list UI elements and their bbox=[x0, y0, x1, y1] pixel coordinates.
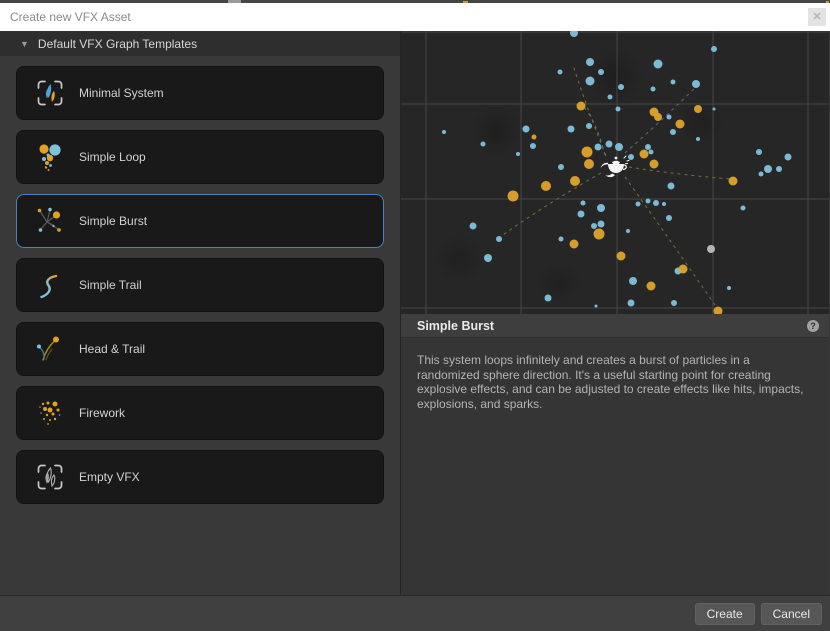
details-panel: Simple Burst ? This system loops infinit… bbox=[401, 31, 829, 595]
template-item-firework[interactable]: Firework bbox=[16, 386, 384, 440]
dialog-body: ▼ Default VFX Graph Templates bbox=[0, 31, 830, 595]
templates-panel: ▼ Default VFX Graph Templates bbox=[0, 31, 401, 595]
templates-section-header[interactable]: ▼ Default VFX Graph Templates bbox=[0, 31, 400, 56]
template-item-label: Simple Loop bbox=[79, 150, 146, 164]
details-header: Simple Burst ? bbox=[401, 314, 829, 338]
simple-loop-icon bbox=[35, 142, 65, 172]
template-item-label: Firework bbox=[79, 406, 125, 420]
vfx-lamp-icon bbox=[599, 155, 631, 179]
template-list: Minimal System Simple Loop bbox=[0, 56, 400, 595]
simple-burst-icon bbox=[35, 206, 65, 236]
create-button[interactable]: Create bbox=[695, 603, 755, 625]
template-item-simple-loop[interactable]: Simple Loop bbox=[16, 130, 384, 184]
details-description: This system loops infinitely and creates… bbox=[401, 338, 829, 595]
template-preview bbox=[401, 31, 829, 314]
template-item-minimal-system[interactable]: Minimal System bbox=[16, 66, 384, 120]
template-item-label: Empty VFX bbox=[79, 470, 140, 484]
cancel-button[interactable]: Cancel bbox=[761, 603, 822, 625]
close-icon[interactable]: ✕ bbox=[808, 8, 826, 26]
template-item-label: Head & Trail bbox=[79, 342, 145, 356]
template-item-label: Simple Trail bbox=[79, 278, 142, 292]
foldout-arrow-icon: ▼ bbox=[20, 39, 29, 49]
simple-trail-icon bbox=[35, 270, 65, 300]
dialog-title-bar: Create new VFX Asset ✕ bbox=[0, 3, 830, 31]
create-vfx-asset-dialog: Create new VFX Asset ✕ ▼ Default VFX Gra… bbox=[0, 0, 830, 631]
dialog-title: Create new VFX Asset bbox=[10, 3, 131, 31]
template-item-head-and-trail[interactable]: Head & Trail bbox=[16, 322, 384, 376]
template-item-label: Minimal System bbox=[79, 86, 164, 100]
minimal-system-icon bbox=[35, 78, 65, 108]
template-item-simple-trail[interactable]: Simple Trail bbox=[16, 258, 384, 312]
help-icon[interactable]: ? bbox=[807, 320, 819, 332]
empty-vfx-icon bbox=[35, 462, 65, 492]
template-item-simple-burst[interactable]: Simple Burst bbox=[16, 194, 384, 248]
details-title: Simple Burst bbox=[417, 319, 807, 333]
firework-icon bbox=[35, 398, 65, 428]
template-item-label: Simple Burst bbox=[79, 214, 147, 228]
head-and-trail-icon bbox=[35, 334, 65, 364]
dialog-footer: Create Cancel bbox=[0, 595, 830, 631]
templates-section-label: Default VFX Graph Templates bbox=[38, 37, 197, 51]
template-item-empty-vfx[interactable]: Empty VFX bbox=[16, 450, 384, 504]
